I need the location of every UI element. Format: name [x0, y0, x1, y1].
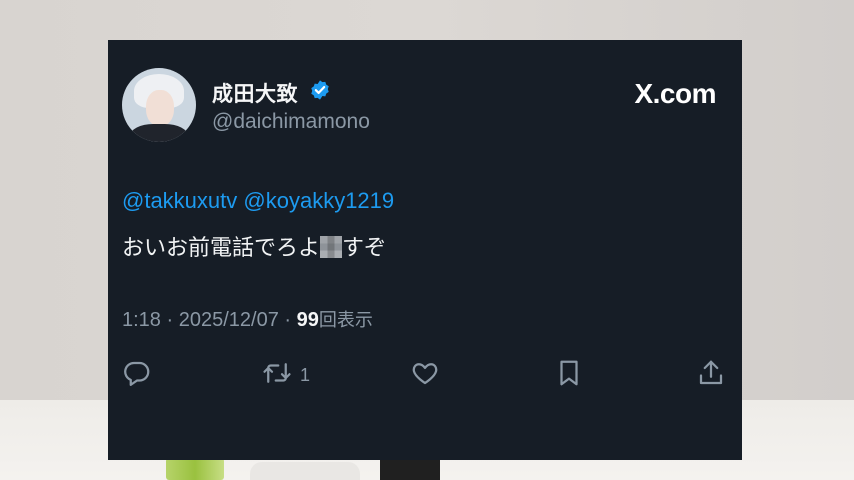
separator-dot: ·: [284, 309, 297, 331]
share-icon: [696, 358, 726, 393]
background-object: [250, 462, 360, 480]
avatar-shirt: [130, 124, 188, 142]
view-count: 99: [296, 309, 319, 331]
bookmark-button[interactable]: [554, 358, 584, 392]
display-name[interactable]: 成田大致: [212, 78, 298, 108]
mention-link[interactable]: @koyakky1219: [243, 188, 394, 213]
like-button[interactable]: [410, 358, 440, 392]
mention-link[interactable]: @takkuxutv: [122, 188, 237, 213]
bookmark-icon: [554, 358, 584, 393]
separator-dot: ·: [166, 309, 179, 331]
tweet-text-part: おいお前電話でろよ: [122, 235, 321, 260]
tweet-time[interactable]: 1:18: [122, 309, 161, 331]
tweet-mentions: @takkuxutv @koyakky1219: [122, 188, 394, 214]
background-bottle: [166, 458, 224, 480]
retweet-icon: [262, 358, 292, 393]
retweet-button[interactable]: 1: [262, 358, 310, 392]
tweet-text: おいお前電話でろよ すぞ: [122, 230, 386, 262]
avatar[interactable]: [122, 68, 196, 142]
user-handle[interactable]: @daichimamono: [212, 110, 370, 134]
tweet-date[interactable]: 2025/12/07: [179, 309, 279, 331]
censored-mosaic: [320, 236, 343, 258]
view-count-label: 回表示: [318, 310, 373, 330]
avatar-face: [146, 90, 174, 126]
verified-badge-icon: [309, 79, 331, 101]
share-button[interactable]: [696, 358, 726, 392]
reply-icon: [122, 358, 152, 393]
reply-button[interactable]: [122, 358, 152, 392]
action-bar: 1: [122, 358, 728, 394]
tweet-meta: 1:18 · 2025/12/07 · 99回表示: [122, 306, 373, 332]
heart-icon: [410, 358, 440, 393]
x-com-logo: X.com: [634, 78, 716, 109]
tweet-card: 成田大致 @daichimamono X.com @takkuxutv @koy…: [108, 40, 742, 460]
retweet-count: 1: [300, 364, 311, 385]
tweet-text-part: すぞ: [342, 235, 387, 260]
